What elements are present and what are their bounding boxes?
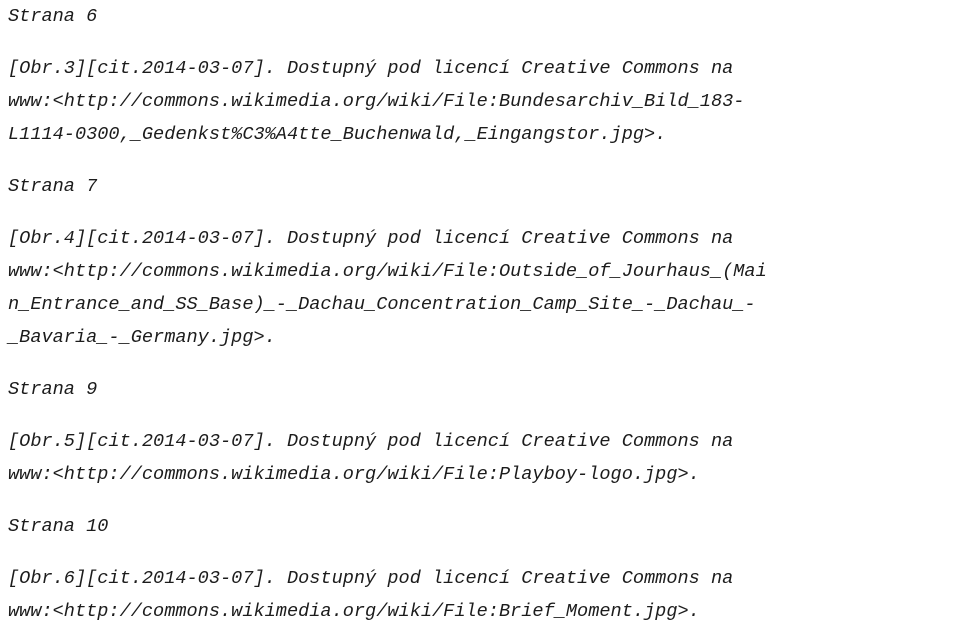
citation-list: Strana 6 [Obr.3][cit.2014-03-07]. Dostup… bbox=[8, 0, 960, 628]
citation-line: www:<http://commons.wikimedia.org/wiki/F… bbox=[8, 91, 745, 112]
citation-section: Strana 10 [Obr.6][cit.2014-03-07]. Dostu… bbox=[8, 510, 960, 628]
citation-line: _Bavaria_-_Germany.jpg>. bbox=[8, 327, 276, 348]
page-heading: Strana 10 bbox=[8, 516, 109, 537]
citation-section: Strana 7 [Obr.4][cit.2014-03-07]. Dostup… bbox=[8, 170, 960, 354]
citation-line: www:<http://commons.wikimedia.org/wiki/F… bbox=[8, 601, 700, 622]
citation-line: [Obr.6][cit.2014-03-07]. Dostupný pod li… bbox=[8, 568, 734, 589]
page-heading: Strana 9 bbox=[8, 379, 98, 400]
citation-section: Strana 9 [Obr.5][cit.2014-03-07]. Dostup… bbox=[8, 373, 960, 491]
citation-block: [Obr.4][cit.2014-03-07]. Dostupný pod li… bbox=[8, 222, 960, 354]
citation-block: [Obr.5][cit.2014-03-07]. Dostupný pod li… bbox=[8, 425, 960, 491]
citation-line: [Obr.4][cit.2014-03-07]. Dostupný pod li… bbox=[8, 228, 734, 249]
citation-block: [Obr.6][cit.2014-03-07]. Dostupný pod li… bbox=[8, 562, 960, 628]
page-heading: Strana 7 bbox=[8, 176, 98, 197]
citation-line: n_Entrance_and_SS_Base)_-_Dachau_Concent… bbox=[8, 294, 756, 315]
document-page: Strana 6 [Obr.3][cit.2014-03-07]. Dostup… bbox=[0, 0, 960, 622]
page-heading: Strana 6 bbox=[8, 6, 98, 27]
citation-line: L1114-0300,_Gedenkst%C3%A4tte_Buchenwald… bbox=[8, 124, 667, 145]
citation-line: [Obr.5][cit.2014-03-07]. Dostupný pod li… bbox=[8, 431, 734, 452]
citation-block: [Obr.3][cit.2014-03-07]. Dostupný pod li… bbox=[8, 52, 960, 151]
citation-line: [Obr.3][cit.2014-03-07]. Dostupný pod li… bbox=[8, 58, 734, 79]
citation-line: www:<http://commons.wikimedia.org/wiki/F… bbox=[8, 464, 700, 485]
citation-line: www:<http://commons.wikimedia.org/wiki/F… bbox=[8, 261, 767, 282]
citation-section: Strana 6 [Obr.3][cit.2014-03-07]. Dostup… bbox=[8, 0, 960, 151]
